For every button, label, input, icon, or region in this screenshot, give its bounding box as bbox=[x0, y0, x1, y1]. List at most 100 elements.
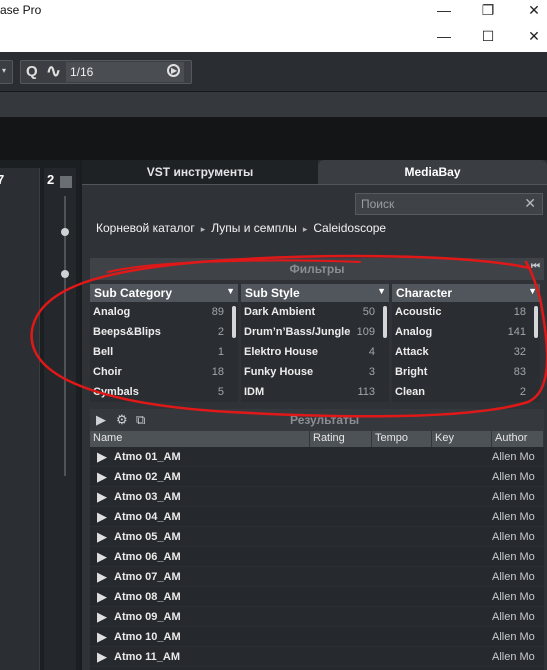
minimize-button[interactable]: — bbox=[432, 0, 456, 20]
table-row[interactable]: ▶ Atmo 01_AM Allen Mo bbox=[90, 447, 544, 467]
track-number-left: 7 bbox=[0, 172, 5, 187]
chevron-down-icon[interactable]: ▼ bbox=[377, 286, 386, 296]
results-title: Результаты bbox=[290, 413, 360, 427]
grid-select[interactable]: 1/16 ▶ bbox=[66, 62, 184, 82]
filter-item[interactable]: Attack 32 bbox=[392, 342, 540, 362]
filter-item[interactable]: Funky House 3 bbox=[241, 362, 389, 382]
chevron-down-icon[interactable]: ▼ bbox=[226, 286, 235, 296]
breadcrumb-loops[interactable]: Лупы и семплы bbox=[211, 221, 297, 235]
breadcrumb-caleidoscope[interactable]: Caleidoscope bbox=[313, 221, 386, 235]
close-button[interactable]: ✕ bbox=[522, 0, 546, 20]
table-row[interactable]: ▶ Atmo 05_AM Allen Mo bbox=[90, 527, 544, 547]
play-icon[interactable]: ▶ bbox=[90, 569, 114, 585]
play-icon[interactable]: ▶ bbox=[90, 529, 114, 545]
play-icon[interactable]: ▶ bbox=[90, 609, 114, 625]
results-table: Name Rating Tempo Key Author ▶ Atmo 01_AM… bbox=[90, 431, 544, 670]
window-title: ase Pro bbox=[0, 3, 42, 17]
table-row[interactable]: ▶ Atmo 04_AM Allen Mo bbox=[90, 507, 544, 527]
table-row[interactable]: ▶ Atmo 07_AM Allen Mo bbox=[90, 567, 544, 587]
filter-item[interactable]: Cymbals 5 bbox=[90, 382, 238, 402]
column-header-author[interactable]: Author bbox=[492, 431, 544, 447]
results-header: Name Rating Tempo Key Author bbox=[90, 431, 544, 447]
play-circle-icon[interactable]: ▶ bbox=[167, 64, 180, 77]
play-icon[interactable]: ▶ bbox=[90, 589, 114, 605]
play-icon[interactable]: ▶ bbox=[90, 549, 114, 565]
search-placeholder: Поиск bbox=[361, 197, 395, 211]
gear-icon[interactable]: ⚙ bbox=[116, 412, 128, 428]
scrollbar[interactable] bbox=[534, 306, 538, 338]
filter-header[interactable]: Character ▼ bbox=[392, 284, 540, 302]
track-menu-icon[interactable] bbox=[60, 176, 72, 188]
column-header-rating[interactable]: Rating bbox=[310, 431, 372, 447]
table-row[interactable]: ▶ Atmo 10_AM Allen Mo bbox=[90, 627, 544, 647]
scrollbar[interactable] bbox=[383, 306, 387, 338]
filter-header[interactable]: Sub Style ▼ bbox=[241, 284, 389, 302]
reset-filters-icon[interactable]: ⏮ bbox=[531, 261, 540, 272]
slider-handle-bottom[interactable] bbox=[61, 270, 69, 278]
filter-item[interactable]: Analog 141 bbox=[392, 322, 540, 342]
filter-item[interactable]: IDM 113 bbox=[241, 382, 389, 402]
filter-item[interactable]: Dark Ambient 50 bbox=[241, 302, 389, 322]
filter-item[interactable]: Bright 83 bbox=[392, 362, 540, 382]
breadcrumb: Корневой каталог ▸ Лупы и семплы ▸ Caleidosc… bbox=[96, 221, 386, 235]
filter-item[interactable]: Analog 89 bbox=[90, 302, 238, 322]
breadcrumb-separator-icon: ▸ bbox=[200, 224, 206, 234]
search-input[interactable]: Поиск ✕ bbox=[355, 193, 543, 215]
breadcrumb-separator-icon: ▸ bbox=[302, 224, 308, 234]
tab-mediabay[interactable]: MediaBay bbox=[318, 160, 547, 184]
table-row[interactable]: ▶ Atmo 03_AM Allen Mo bbox=[90, 487, 544, 507]
table-row[interactable]: ▶ Atmo 09_AM Allen Mo bbox=[90, 607, 544, 627]
toolbar-dropdown[interactable]: ▾ bbox=[0, 60, 13, 84]
maximize-button[interactable]: ☐ bbox=[476, 26, 500, 46]
dark-band bbox=[0, 117, 547, 160]
slider-track bbox=[64, 196, 66, 476]
play-icon[interactable]: ▶ bbox=[90, 469, 114, 485]
ruler-band bbox=[0, 92, 547, 117]
column-header-name[interactable]: Name bbox=[90, 431, 310, 447]
slider-handle-top[interactable] bbox=[61, 228, 69, 236]
close-inner-button[interactable]: ✕ bbox=[522, 26, 546, 46]
breadcrumb-root[interactable]: Корневой каталог bbox=[96, 221, 195, 235]
table-row[interactable]: ▶ Atmo 02_AM Allen Mo bbox=[90, 467, 544, 487]
filter-item[interactable]: Bell 1 bbox=[90, 342, 238, 362]
toolbar: ▾ Q ∿ 1/16 ▶ bbox=[0, 52, 547, 92]
clear-icon[interactable]: ✕ bbox=[524, 195, 536, 212]
filters-title: Фильтры bbox=[289, 262, 345, 276]
quantize-icon[interactable]: Q bbox=[26, 63, 38, 80]
filter-item[interactable]: Elektro House 4 bbox=[241, 342, 389, 362]
filter-item[interactable]: Clean 2 bbox=[392, 382, 540, 402]
results-body: ▶ Atmo 01_AM Allen Mo ▶ Atmo 02_AM Allen Mo … bbox=[90, 447, 544, 667]
play-icon[interactable]: ▶ bbox=[90, 629, 114, 645]
play-icon[interactable]: ▶ bbox=[90, 509, 114, 525]
sync-icon[interactable]: ⧉ bbox=[136, 412, 145, 428]
filter-item[interactable]: Choir 18 bbox=[90, 362, 238, 382]
play-icon[interactable]: ▶ bbox=[96, 412, 106, 428]
tab-vst-instruments[interactable]: VST инструменты bbox=[82, 160, 318, 184]
media-panel: VST инструменты MediaBay Поиск ✕ Корнево… bbox=[82, 160, 547, 670]
quantize-control[interactable]: Q ∿ 1/16 ▶ bbox=[20, 60, 192, 84]
play-icon[interactable]: ▶ bbox=[90, 449, 114, 465]
filter-column-subcategory: Sub Category ▼ Analog 89 Beeps&Blips 2 Bell… bbox=[90, 284, 238, 402]
chevron-down-icon[interactable]: ▼ bbox=[528, 286, 537, 296]
minimize-icon[interactable]: — bbox=[432, 26, 456, 46]
play-icon[interactable]: ▶ bbox=[90, 489, 114, 505]
filter-column-substyle: Sub Style ▼ Dark Ambient 50 Drum’n’Bass/Ju… bbox=[241, 284, 389, 402]
column-header-key[interactable]: Key bbox=[432, 431, 492, 447]
table-row[interactable]: ▶ Atmo 11_AM Allen Mo bbox=[90, 647, 544, 667]
filter-item[interactable]: Beeps&Blips 2 bbox=[90, 322, 238, 342]
table-row[interactable]: ▶ Atmo 08_AM Allen Mo bbox=[90, 587, 544, 607]
column-header-tempo[interactable]: Tempo bbox=[372, 431, 432, 447]
track-number: 2 bbox=[47, 172, 55, 187]
track-list[interactable] bbox=[0, 168, 40, 670]
filter-header[interactable]: Sub Category ▼ bbox=[90, 284, 238, 302]
wave-icon[interactable]: ∿ bbox=[46, 61, 61, 82]
restore-button[interactable]: ❐ bbox=[476, 0, 500, 20]
results-toolbar: ▶ ⚙ ⧉ Результаты bbox=[90, 409, 544, 431]
title-bar: ase Pro — ❐ ✕ — ☐ ✕ bbox=[0, 0, 547, 52]
play-icon[interactable]: ▶ bbox=[90, 649, 114, 665]
track-controls bbox=[44, 168, 76, 670]
table-row[interactable]: ▶ Atmo 06_AM Allen Mo bbox=[90, 547, 544, 567]
filter-item[interactable]: Drum’n’Bass/Jungle 109 bbox=[241, 322, 389, 342]
scrollbar[interactable] bbox=[232, 306, 236, 338]
filter-item[interactable]: Acoustic 18 bbox=[392, 302, 540, 322]
